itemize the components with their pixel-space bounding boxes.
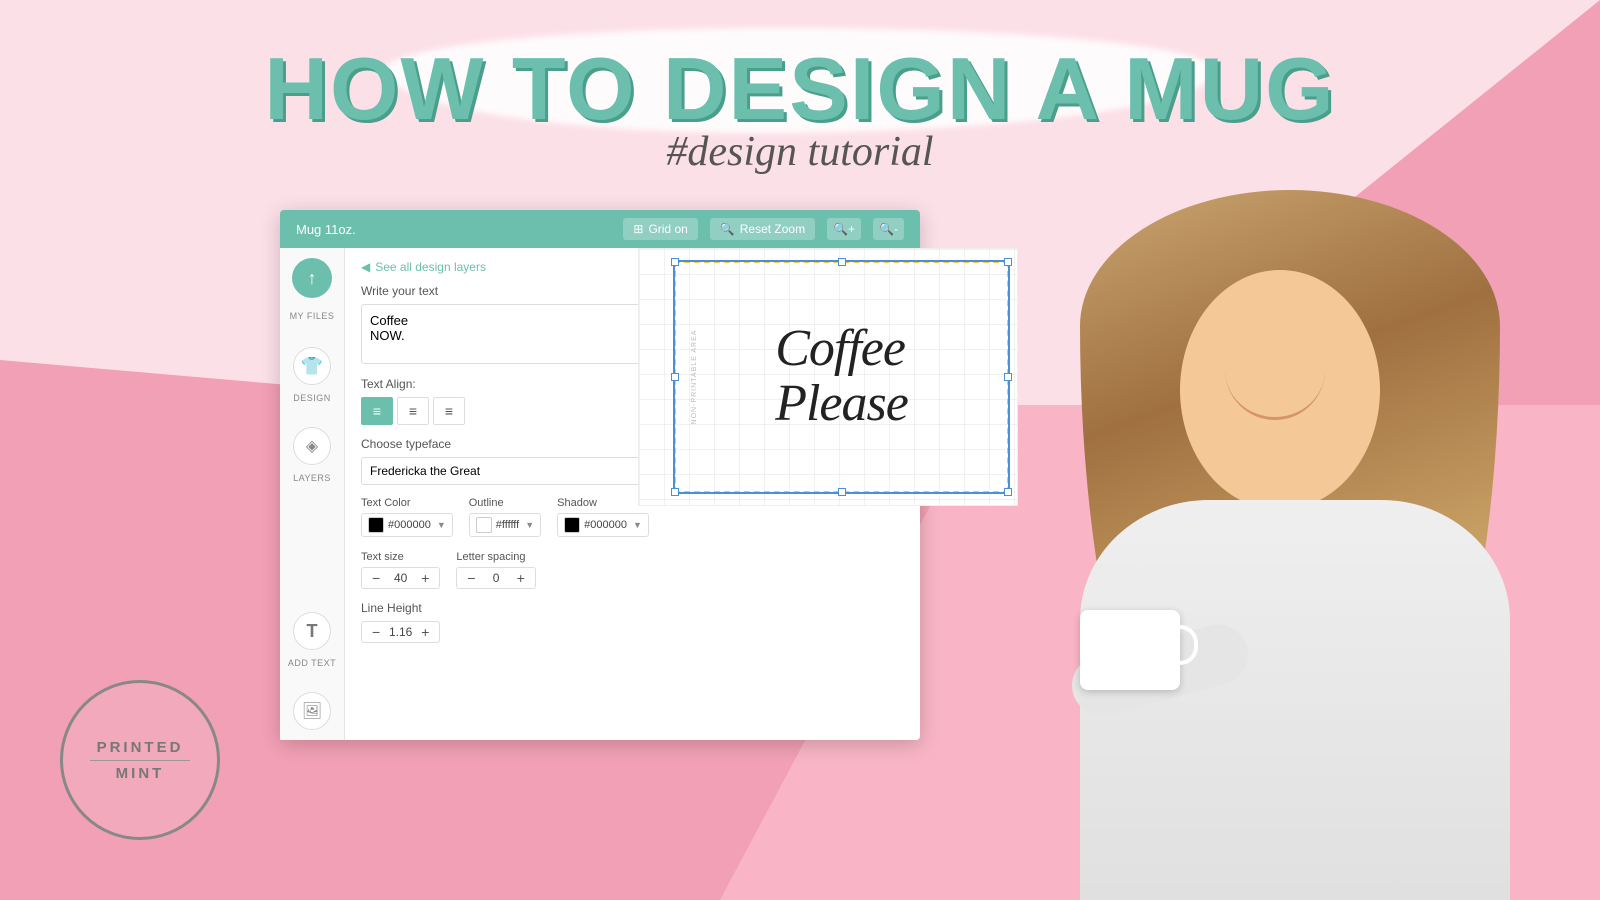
text-icon-button[interactable]: T — [293, 612, 331, 650]
canvas-area: NON-PRINTABLE AREA Coffee Please — [638, 248, 1018, 506]
image-icon: 🖼 — [302, 701, 322, 721]
handle-bm — [838, 488, 846, 496]
handle-mr — [1004, 373, 1012, 381]
zoom-out-icon: 🔍- — [879, 222, 898, 236]
handle-tr — [1004, 258, 1012, 266]
outline-arrow: ▼ — [525, 520, 534, 530]
line-height-stepper: − 1.16 + — [361, 621, 440, 643]
text-size-decrease[interactable]: − — [370, 571, 382, 585]
reset-zoom-button[interactable]: 🔍 Reset Zoom — [710, 218, 815, 240]
line-height-label: Line Height — [361, 601, 904, 615]
person-image — [1050, 170, 1600, 900]
text-color-value: #000000 — [388, 519, 431, 531]
text-color-swatch — [368, 517, 384, 533]
text-size-group: Text size − 40 + — [361, 551, 440, 589]
handle-bl — [671, 488, 679, 496]
outline-color-picker[interactable]: #ffffff ▼ — [469, 513, 541, 537]
zoom-in-button[interactable]: 🔍+ — [827, 218, 861, 240]
line-height-increase[interactable]: + — [419, 625, 431, 639]
logo-line2: MINT — [90, 765, 190, 782]
text-color-label: Text Color — [361, 497, 453, 509]
letter-spacing-stepper: − 0 + — [456, 567, 535, 589]
align-right-button[interactable]: ≡ — [433, 397, 465, 425]
align-center-button[interactable]: ≡ — [397, 397, 429, 425]
back-arrow-icon: ◀ — [361, 260, 370, 274]
outline-value: #ffffff — [496, 519, 519, 531]
line-height-decrease[interactable]: − — [370, 625, 382, 639]
align-left-button[interactable]: ≡ — [361, 397, 393, 425]
letter-spacing-label: Letter spacing — [456, 551, 535, 563]
layers-label: LAYERS — [293, 473, 331, 483]
shadow-label: Shadow — [557, 497, 649, 509]
text-color-group: Text Color #000000 ▼ — [361, 497, 453, 537]
editor-header: Mug 11oz. ⊞ Grid on 🔍 Reset Zoom 🔍+ 🔍- — [280, 210, 920, 248]
zoom-icon: 🔍 — [720, 222, 735, 236]
handle-tm — [838, 258, 846, 266]
handle-ml — [671, 373, 679, 381]
title-area: HOW TO DESIGN A MUG #design tutorial — [0, 30, 1600, 176]
shadow-color-picker[interactable]: #000000 ▼ — [557, 513, 649, 537]
upload-button[interactable]: ↑ — [292, 258, 332, 298]
text-size-value: 40 — [388, 571, 413, 585]
letter-spacing-value: 0 — [484, 571, 509, 585]
logo-circle: PRINTED MINT — [60, 680, 220, 840]
letter-spacing-increase[interactable]: + — [515, 571, 527, 585]
shadow-arrow: ▼ — [633, 520, 642, 530]
shadow-swatch — [564, 517, 580, 533]
selection-box — [673, 260, 1010, 494]
header-controls: ⊞ Grid on 🔍 Reset Zoom 🔍+ 🔍- — [623, 218, 904, 240]
outline-label: Outline — [469, 497, 541, 509]
text-size-label: Text size — [361, 551, 440, 563]
editor-sidebar: ↑ MY FILES 👕 DESIGN ◈ LAYERS T — [280, 248, 345, 740]
shadow-color-group: Shadow #000000 ▼ — [557, 497, 649, 537]
handle-tl — [671, 258, 679, 266]
line-height-value: 1.16 — [388, 625, 413, 639]
outline-swatch — [476, 517, 492, 533]
grid-on-button[interactable]: ⊞ Grid on — [623, 218, 697, 240]
zoom-in-icon: 🔍+ — [833, 222, 855, 236]
my-files-label: MY FILES — [290, 311, 335, 321]
outline-color-group: Outline #ffffff ▼ — [469, 497, 541, 537]
main-title: HOW TO DESIGN A MUG — [0, 30, 1600, 133]
letter-spacing-decrease[interactable]: − — [465, 571, 477, 585]
printable-area-label: NON-PRINTABLE AREA — [691, 330, 698, 425]
text-size-increase[interactable]: + — [419, 571, 431, 585]
image-icon-button[interactable]: 🖼 — [293, 692, 331, 730]
subtitle: #design tutorial — [0, 128, 1600, 176]
mug-held — [1080, 610, 1180, 690]
size-spacing-row: Text size − 40 + Letter spacing − 0 + — [361, 551, 904, 589]
shadow-value: #000000 — [584, 519, 627, 531]
text-color-arrow: ▼ — [437, 520, 446, 530]
text-selection-border: Coffee Please — [674, 261, 1009, 493]
design-icon-button[interactable]: 👕 — [293, 347, 331, 385]
design-label: DESIGN — [293, 393, 331, 403]
product-name: Mug 11oz. — [296, 222, 356, 237]
text-color-picker[interactable]: #000000 ▼ — [361, 513, 453, 537]
zoom-out-button[interactable]: 🔍- — [873, 218, 904, 240]
shirt-icon: 👕 — [301, 356, 323, 377]
handle-br — [1004, 488, 1012, 496]
grid-icon: ⊞ — [633, 222, 643, 236]
logo-line1: PRINTED — [90, 739, 190, 756]
layers-icon-button[interactable]: ◈ — [293, 427, 331, 465]
text-size-stepper: − 40 + — [361, 567, 440, 589]
layers-icon: ◈ — [306, 436, 318, 456]
text-icon: T — [307, 621, 318, 642]
add-text-label: ADD TEXT — [288, 658, 336, 668]
letter-spacing-group: Letter spacing − 0 + — [456, 551, 535, 589]
logo-divider — [90, 760, 190, 761]
